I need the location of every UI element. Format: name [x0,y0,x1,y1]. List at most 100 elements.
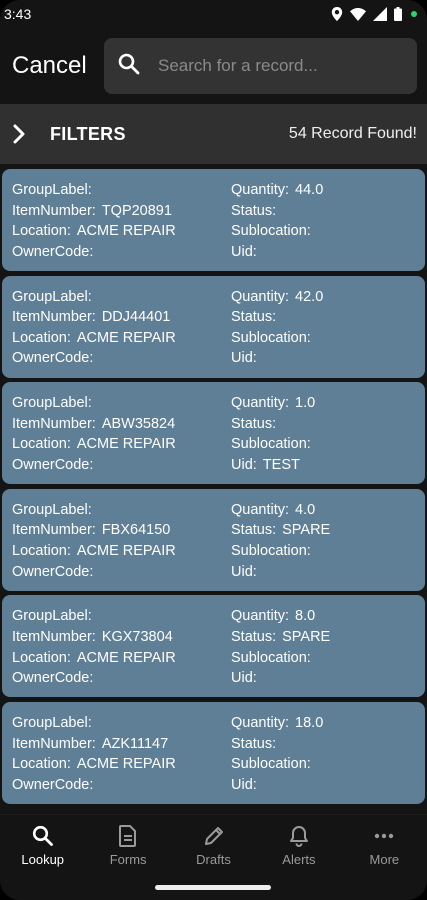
record-card[interactable]: GroupLabel: ItemNumber: TQP20891 Location: A… [2,169,425,271]
nav-label: More [369,852,400,867]
field-label: GroupLabel: [12,182,92,198]
field-label: Sublocation: [231,223,311,240]
nav-item-drafts[interactable]: Drafts [171,825,256,873]
record-card[interactable]: GroupLabel: ItemNumber: ABW35824 Location: A… [2,382,425,485]
field-label: ItemNumber: [12,522,96,539]
field-label: Sublocation: [231,649,311,666]
field-item-number: ItemNumber: TQP20891 [12,202,231,220]
field-uid: Uid: TEST [231,456,317,474]
field-label: Status: [231,202,277,219]
field-quantity: Quantity: 18.0 [231,714,323,732]
cancel-button[interactable]: Cancel [12,52,94,80]
field-group-label: GroupLabel: [12,394,231,412]
field-label: Sublocation: [231,329,311,346]
record-column-right: Quantity: 4.0 Status: SPARE Sublocation: Uid: [231,501,330,591]
field-uid: Uid: [231,776,323,794]
field-label: Quantity: [231,288,290,305]
field-label: ItemNumber: [12,735,96,752]
field-value: 1.0 [295,395,316,412]
app-screen: 3:43 Cancel Search for a record... FILTE… [0,0,427,900]
nav-item-forms[interactable]: Forms [85,825,170,873]
record-card[interactable]: GroupLabel: ItemNumber: DDJ44401 Location: A… [2,275,425,378]
field-quantity: Quantity: 4.0 [231,501,330,519]
field-label: GroupLabel: [12,608,92,625]
field-owner-code: OwnerCode: [12,669,231,687]
record-list[interactable]: GroupLabel: ItemNumber: TQP20891 Location: A… [0,164,427,814]
field-value: KGX73804 [101,628,173,645]
field-value: ACME REPAIR [76,329,176,346]
field-uid: Uid: [231,563,330,581]
document-icon [118,825,138,847]
field-label: Uid: [231,243,257,260]
record-column-left: GroupLabel: ItemNumber: FBX64150 Location: A… [12,501,231,591]
record-column-left: GroupLabel: ItemNumber: AZK11147 Location: A… [12,714,231,804]
field-label: Quantity: [231,714,290,731]
field-label: Quantity: [231,608,290,625]
field-sublocation: Sublocation: [231,542,330,560]
field-label: ItemNumber: [12,309,96,326]
field-label: Location: [12,329,71,346]
field-status: Status: [231,202,323,220]
field-quantity: Quantity: 8.0 [231,607,330,625]
field-label: Uid: [231,350,257,367]
nav-item-alerts[interactable]: Alerts [256,825,341,873]
field-uid: Uid: [231,669,330,687]
field-label: OwnerCode: [12,670,94,687]
field-label: ItemNumber: [12,202,96,219]
field-label: Uid: [231,670,257,687]
field-quantity: Quantity: 1.0 [231,394,317,412]
field-label: Quantity: [231,182,290,198]
field-sublocation: Sublocation: [231,329,323,347]
nav-item-more[interactable]: More [342,825,427,873]
record-column-right: Quantity: 1.0 Status: Sublocation: Uid: TEST [231,394,317,484]
field-label: OwnerCode: [12,563,94,580]
field-item-number: ItemNumber: AZK11147 [12,735,231,753]
field-label: Location: [12,436,71,453]
bell-icon [289,825,309,847]
field-label: GroupLabel: [12,395,92,412]
status-time: 3:43 [4,6,32,22]
chevron-right-icon[interactable] [12,124,36,144]
field-value: 42.0 [295,288,324,305]
field-value: ACME REPAIR [76,436,176,453]
field-label: Quantity: [231,395,290,412]
field-item-number: ItemNumber: KGX73804 [12,628,231,646]
field-label: Location: [12,223,71,240]
bottom-navigation: Lookup Forms Drafts Alerts More [0,814,427,900]
field-value: ACME REPAIR [76,756,176,773]
wifi-icon [350,7,366,21]
record-card[interactable]: GroupLabel: ItemNumber: FBX64150 Location: A… [2,488,425,591]
nav-item-lookup[interactable]: Lookup [0,825,85,873]
search-box[interactable] [104,38,417,94]
nav-label: Lookup [21,852,65,867]
field-item-number: ItemNumber: DDJ44401 [12,308,231,326]
field-sublocation: Sublocation: [231,222,323,240]
field-item-number: ItemNumber: FBX64150 [12,521,231,539]
record-card[interactable]: GroupLabel: ItemNumber: AZK11147 Location: A… [2,701,425,804]
field-sublocation: Sublocation: [231,755,323,773]
field-label: ItemNumber: [12,415,96,432]
status-bar: 3:43 [0,0,427,28]
field-label: Sublocation: [231,436,311,453]
field-label: Sublocation: [231,542,311,559]
field-group-label: GroupLabel: [12,501,231,519]
field-owner-code: OwnerCode: [12,243,231,261]
filters-bar[interactable]: FILTERS 54 Record Found! [0,104,427,164]
field-label: GroupLabel: [12,714,92,731]
search-icon [118,53,140,80]
record-column-right: Quantity: 42.0 Status: Sublocation: Uid: [231,288,323,378]
nav-label: Forms [109,852,147,867]
home-indicator[interactable] [155,885,271,890]
record-card[interactable]: GroupLabel: ItemNumber: KGX73804 Location: A… [2,595,425,698]
field-label: Status: [231,522,277,539]
more-icon [373,825,395,847]
field-value: ACME REPAIR [76,649,176,666]
field-value: SPARE [282,628,331,645]
record-column-left: GroupLabel: ItemNumber: DDJ44401 Location: A… [12,288,231,378]
signal-icon [373,7,387,21]
search-input[interactable] [158,56,403,76]
field-value: 8.0 [295,608,316,625]
nav-label: Alerts [282,852,316,867]
record-column-left: GroupLabel: ItemNumber: TQP20891 Location: A… [12,181,231,271]
field-group-label: GroupLabel: [12,181,231,199]
